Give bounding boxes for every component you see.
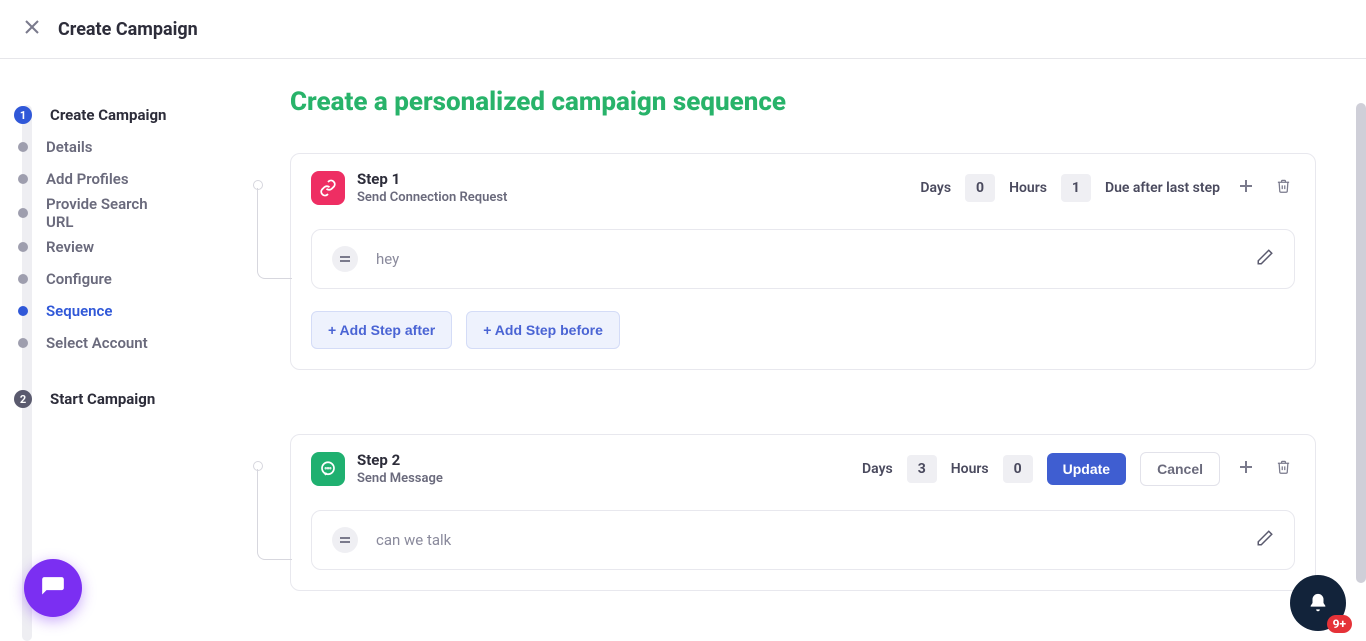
sidebar-group-label: Create Campaign [50, 106, 166, 124]
add-step-after-button[interactable]: + Add Step after [311, 311, 452, 349]
step-head: Step 1 Send Connection Request Days 0 Ho… [311, 170, 1295, 205]
sidebar-item-label: Sequence [46, 302, 112, 320]
page-title: Create Campaign [58, 19, 198, 40]
sidebar-item-label: Add Profiles [46, 170, 129, 188]
dot-icon [18, 208, 28, 218]
notifications-badge: 9+ [1327, 615, 1352, 633]
sidebar-item-provide-search-url[interactable]: Provide Search URL [0, 195, 230, 231]
sidebar-item-select-account[interactable]: Select Account [0, 327, 230, 359]
dot-icon [18, 242, 28, 252]
step-card-1: Step 1 Send Connection Request Days 0 Ho… [290, 153, 1316, 370]
trash-icon[interactable] [1272, 174, 1295, 202]
step-title: Step 2 [357, 451, 443, 469]
fork-connector [253, 461, 291, 571]
edit-icon[interactable] [1256, 248, 1274, 270]
main-heading: Create a personalized campaign sequence [290, 87, 1316, 117]
dot-icon [18, 274, 28, 284]
step-subtitle: Send Message [357, 471, 443, 486]
message-text: can we talk [376, 531, 1238, 549]
add-icon[interactable] [1234, 174, 1258, 202]
dot-icon [18, 142, 28, 152]
due-after-label: Due after last step [1105, 180, 1220, 196]
add-step-buttons: + Add Step after + Add Step before [311, 311, 1295, 349]
sidebar-group-start-campaign[interactable]: 2 Start Campaign [0, 383, 230, 415]
top-header: Create Campaign [0, 0, 1366, 59]
step-title-block: Step 1 Send Connection Request [357, 170, 507, 205]
days-label: Days [862, 461, 893, 477]
hours-label: Hours [951, 461, 989, 477]
dot-icon [18, 174, 28, 184]
edit-icon[interactable] [1256, 529, 1274, 551]
add-step-before-button[interactable]: + Add Step before [466, 311, 620, 349]
step-number-badge: 2 [14, 390, 32, 408]
sidebar-item-label: Select Account [46, 334, 148, 352]
days-value[interactable]: 0 [965, 174, 995, 202]
main-content: Create a personalized campaign sequence … [230, 59, 1366, 641]
step-meta: Days 3 Hours 0 Update Cancel [862, 452, 1295, 486]
sidebar-steps-list: 1 Create Campaign Details Add Profiles P… [0, 99, 230, 415]
message-row[interactable]: hey [311, 229, 1295, 289]
scrollbar-thumb[interactable] [1356, 103, 1366, 583]
chat-fab[interactable] [24, 559, 82, 617]
cancel-button[interactable]: Cancel [1140, 452, 1220, 486]
hours-value[interactable]: 1 [1061, 174, 1091, 202]
add-icon[interactable] [1234, 455, 1258, 483]
sidebar-item-review[interactable]: Review [0, 231, 230, 263]
close-icon[interactable] [24, 19, 40, 39]
sidebar: 1 Create Campaign Details Add Profiles P… [0, 59, 230, 641]
sidebar-item-label: Provide Search URL [46, 195, 166, 231]
step-title-block: Step 2 Send Message [357, 451, 443, 486]
step-card-2: Step 2 Send Message Days 3 Hours 0 Updat… [290, 434, 1316, 591]
step-meta: Days 0 Hours 1 Due after last step [920, 174, 1295, 202]
sidebar-group-label: Start Campaign [50, 390, 155, 408]
message-row[interactable]: can we talk [311, 510, 1295, 570]
sidebar-item-label: Review [46, 238, 94, 256]
days-label: Days [920, 180, 951, 196]
notifications-fab[interactable]: 9+ [1290, 575, 1346, 631]
drag-handle-icon[interactable] [332, 527, 358, 553]
sidebar-item-label: Configure [46, 270, 112, 288]
link-icon [311, 171, 345, 205]
sidebar-item-add-profiles[interactable]: Add Profiles [0, 163, 230, 195]
message-text: hey [376, 250, 1238, 268]
trash-icon[interactable] [1272, 455, 1295, 483]
drag-handle-icon[interactable] [332, 246, 358, 272]
fork-connector [253, 180, 291, 290]
update-button[interactable]: Update [1047, 453, 1126, 485]
body-area: 1 Create Campaign Details Add Profiles P… [0, 59, 1366, 641]
hours-label: Hours [1009, 180, 1047, 196]
dot-icon [18, 306, 28, 316]
sidebar-item-details[interactable]: Details [0, 131, 230, 163]
step-title: Step 1 [357, 170, 507, 188]
dot-icon [18, 338, 28, 348]
sidebar-item-configure[interactable]: Configure [0, 263, 230, 295]
sidebar-item-sequence[interactable]: Sequence [0, 295, 230, 327]
sidebar-item-label: Details [46, 138, 92, 156]
step-head: Step 2 Send Message Days 3 Hours 0 Updat… [311, 451, 1295, 486]
message-icon [311, 452, 345, 486]
days-value[interactable]: 3 [907, 455, 937, 483]
step-subtitle: Send Connection Request [357, 190, 507, 205]
hours-value[interactable]: 0 [1003, 455, 1033, 483]
sidebar-group-create-campaign[interactable]: 1 Create Campaign [0, 99, 230, 131]
step-number-badge: 1 [14, 106, 32, 124]
